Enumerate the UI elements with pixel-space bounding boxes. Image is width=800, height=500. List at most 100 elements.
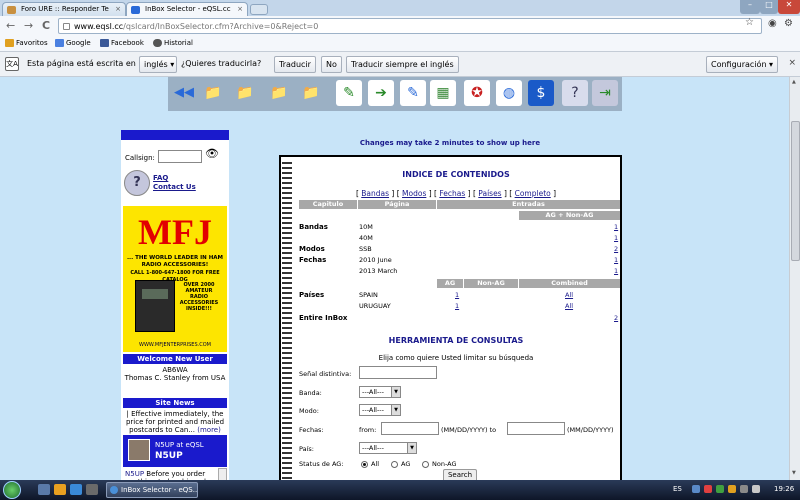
from-date-input[interactable] [381,422,439,435]
band-select[interactable]: ---All--- ▼ [359,386,401,398]
folder-forward-icon[interactable]: 📁 [298,80,324,106]
folder-reject-icon[interactable]: 📁 [266,80,292,106]
forward-arrow-icon[interactable]: → [24,19,33,32]
volume-icon[interactable] [752,485,760,493]
binoculars-icon[interactable]: 👁 [205,147,219,160]
mode-select[interactable]: ---All--- ▼ [359,404,401,416]
link-modos[interactable]: Modos [402,189,426,198]
search-button[interactable]: Search [443,469,477,480]
new-tab-button[interactable] [250,4,268,15]
welcome-call[interactable]: AB6WA [123,366,227,374]
bookmark-google[interactable]: Google [55,39,91,47]
header-entradas: Entradas [437,200,620,209]
picture-icon[interactable]: ▦ [430,80,456,106]
translate-settings-button[interactable]: Configuración ▾ [706,56,779,73]
link-fechas[interactable]: Fechas [439,189,465,198]
wrench-icon[interactable]: ⚙ [784,18,793,29]
n5up-call[interactable]: N5UP [125,470,144,478]
language-select[interactable]: inglés ▾ [139,56,177,73]
country-combined-link[interactable]: All [565,302,573,310]
folder-clock-icon[interactable]: 📁 [232,80,258,106]
row-count-link[interactable]: 1 [614,223,618,231]
link-paises[interactable]: Países [478,189,501,198]
award-icon[interactable]: ✪ [464,80,490,106]
tray-icon[interactable] [728,485,736,493]
radio-nonag[interactable] [422,461,429,468]
translate-button[interactable]: Traducir [274,56,316,73]
scroll-down-icon[interactable]: ▼ [792,470,796,476]
row-count-link[interactable]: 1 [614,234,618,242]
callsign-search-input[interactable] [158,150,202,163]
news-scrollbar[interactable] [218,468,227,480]
link-bandas[interactable]: Bandas [361,189,389,198]
extension-icon[interactable]: ◉ [768,18,777,29]
bookmark-favoritos[interactable]: Favoritos [5,39,48,47]
country-combined-link[interactable]: All [565,291,573,299]
tray-icon[interactable] [692,485,700,493]
export-page-icon[interactable]: ➔ [368,80,394,106]
tray-icon[interactable] [716,485,724,493]
row-count-link[interactable]: 1 [614,267,618,275]
radio-ag[interactable] [391,461,398,468]
date-hint: (MM/DD/YYYY) [567,426,614,434]
row-value: SSB [359,245,372,253]
exit-door-icon[interactable]: ⇥ [592,80,618,106]
tab-inbox-selector[interactable]: InBox Selector - eQSL.cc × [126,2,248,16]
section-fechas: Fechas [299,256,327,264]
taskbar-chrome-task[interactable]: InBox Selector - eQS... [106,482,198,498]
always-translate-button[interactable]: Traducir siempre el inglés [346,56,459,73]
faq-link[interactable]: FAQ [153,174,168,182]
edit-page-icon[interactable]: ✎ [336,80,362,106]
quicklaunch-icon[interactable] [70,484,82,495]
quicklaunch-icon[interactable] [86,484,98,495]
folder-back-icon[interactable]: 📁 [200,80,226,106]
globe-icon[interactable]: ◍ [496,80,522,106]
country-ag-link[interactable]: 1 [455,291,459,299]
n5up-banner[interactable]: N5UP at eQSL N5UP [123,435,227,467]
help-icon[interactable]: ? [562,80,588,106]
country-ag-link[interactable]: 1 [455,302,459,310]
scroll-up-icon[interactable]: ▲ [792,79,796,85]
back-nav-icon[interactable]: ◀◀ [170,80,198,106]
bookmark-facebook[interactable]: Facebook [100,39,144,47]
bookmark-historial[interactable]: Historial [153,39,193,47]
tab-close-icon[interactable]: × [237,5,243,13]
maximize-button[interactable]: □ [760,0,778,14]
callsign-field[interactable] [359,366,437,379]
entire-count-link[interactable]: 2 [614,314,618,322]
tab-foro-ure[interactable]: Foro URE :: Responder Te × [2,2,126,16]
link-completo[interactable]: Completo [515,189,551,198]
star-icon[interactable]: ☆ [745,17,754,28]
no-translate-button[interactable]: No [321,56,342,73]
index-title: INDICE DE CONTENIDOS [402,170,510,179]
dollar-icon[interactable]: $ [528,80,554,106]
contact-us-link[interactable]: Contact Us [153,183,196,191]
quicklaunch-icon[interactable] [38,484,50,495]
row-count-link[interactable]: 1 [614,256,618,264]
back-arrow-icon[interactable]: ← [6,19,15,32]
language-indicator[interactable]: ES [673,485,682,493]
radio-all-label: All [371,460,380,468]
query-subtitle: Elija como quiere Usted limitar su búsqu… [378,354,534,362]
write-icon[interactable]: ✎ [400,80,426,106]
quicklaunch-icon[interactable] [54,484,66,495]
reload-icon[interactable]: C [42,19,50,32]
start-button[interactable] [3,481,21,499]
scroll-thumb[interactable] [791,121,800,261]
spiral-binding [282,159,292,480]
page-scrollbar[interactable]: ▲ ▼ [789,77,800,480]
close-icon[interactable]: × [788,58,796,68]
callsign-field-label: Señal distintiva: [299,370,352,378]
tab-close-icon[interactable]: × [115,5,121,13]
radio-all[interactable] [361,461,368,468]
to-date-input[interactable] [507,422,565,435]
network-icon[interactable] [740,485,748,493]
mfj-advertisement[interactable]: MFJ ... THE WORLD LEADER IN HAM RADIO AC… [123,206,227,352]
country-select[interactable]: ---All--- ▼ [359,442,417,454]
address-bar[interactable]: www.eqsl.cc/qslcard/InBoxSelector.cfm?Ar… [58,18,762,34]
news-more-link[interactable]: (more) [197,426,221,434]
close-window-button[interactable]: ✕ [778,0,800,14]
minimize-button[interactable]: – [740,0,760,14]
tray-icon[interactable] [704,485,712,493]
row-count-link[interactable]: 2 [614,245,618,253]
